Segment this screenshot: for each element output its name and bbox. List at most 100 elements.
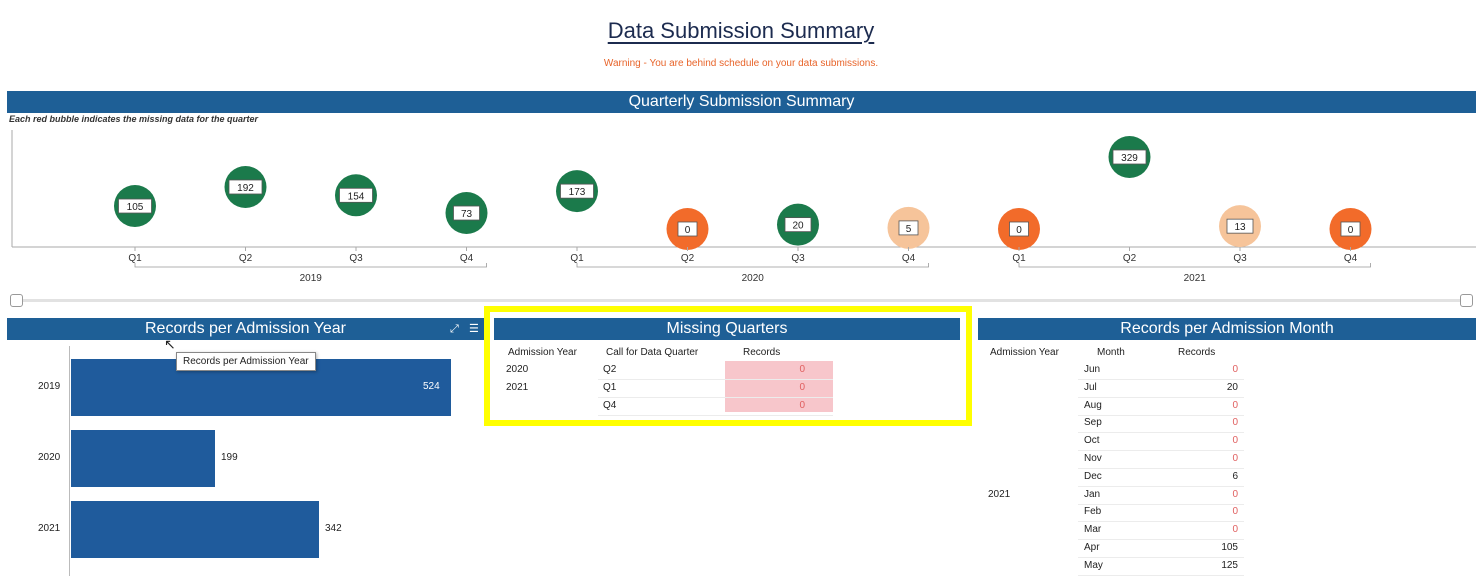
- mq-col-quarter: Call for Data Quarter: [606, 347, 699, 358]
- am-cell-records: 125: [1221, 559, 1238, 571]
- quarter-tick-label: Q1: [570, 253, 584, 264]
- quarterly-summary-header: Quarterly Submission Summary: [7, 91, 1476, 113]
- bar[interactable]: [71, 430, 215, 487]
- am-row-divider: [1078, 521, 1244, 523]
- am-row-divider: [1078, 574, 1244, 576]
- am-col-month: Month: [1097, 347, 1125, 358]
- year-bracket: [134, 263, 487, 268]
- bar-value-label: 524: [423, 381, 440, 392]
- slider-handle-right[interactable]: [1460, 294, 1473, 307]
- list-icon[interactable]: ☰: [469, 318, 479, 340]
- mq-row-divider: [598, 415, 833, 416]
- quarter-tick-label: Q3: [1233, 253, 1247, 264]
- page-title: Data Submission Summary: [607, 18, 875, 43]
- am-cell-month: Oct: [1084, 435, 1100, 447]
- am-cell-records: 0: [1232, 399, 1238, 411]
- mq-cell-quarter: Q1: [603, 382, 617, 393]
- mq-col-records: Records: [743, 347, 781, 358]
- bar-category-label: 2021: [38, 523, 61, 534]
- am-row-divider: [1078, 468, 1244, 469]
- am-col-records: Records: [1178, 347, 1216, 358]
- admission-year-title: Records per Admission Year: [145, 320, 346, 337]
- bar-category-label: 2020: [38, 452, 61, 463]
- mq-row-divider: [598, 397, 833, 398]
- bubble-value: 105: [127, 202, 144, 213]
- tooltip: Records per Admission Year: [176, 352, 316, 371]
- am-cell-month: Jun: [1084, 364, 1101, 375]
- quarter-bubble[interactable]: 73: [445, 192, 488, 235]
- expand-icon[interactable]: ⤢: [450, 318, 459, 340]
- am-cell-month: Dec: [1084, 470, 1102, 482]
- bubble-value: 329: [1121, 153, 1138, 164]
- quarter-bubble[interactable]: 154: [335, 174, 377, 217]
- quarter-bubble[interactable]: 0: [666, 208, 709, 250]
- quarter-bubble[interactable]: 105: [114, 185, 156, 228]
- bubble-value: 0: [685, 225, 691, 236]
- am-row-divider: [1078, 539, 1244, 541]
- year-tick-label: 2020: [742, 273, 765, 284]
- quarter-tick-label: Q2: [239, 253, 253, 264]
- mq-col-year: Admission Year: [508, 347, 577, 358]
- quarter-bubble[interactable]: 0: [998, 208, 1040, 250]
- am-row-divider: [1078, 503, 1244, 505]
- cursor-icon: ↖: [164, 336, 176, 352]
- quarter-tick-label: Q4: [902, 253, 916, 264]
- quarter-bubble[interactable]: 20: [777, 203, 819, 246]
- am-cell-month: Feb: [1084, 506, 1102, 518]
- mq-cell-year: 2021: [506, 382, 529, 393]
- bubble-value: 0: [1016, 225, 1022, 236]
- bubble-value: 5: [906, 224, 912, 235]
- am-cell-month: Jul: [1084, 381, 1097, 393]
- year-tick-label: 2021: [1184, 273, 1207, 284]
- bubble-value: 154: [348, 191, 365, 202]
- quarter-tick-label: Q3: [349, 253, 363, 264]
- quarterly-bubble-chart: 105 Q1 192 Q2 154 Q3 73 Q4 173 Q1 0 Q2 20 Q3 5 Q4 0 Q1 329…: [11, 130, 1476, 284]
- quarter-tick-label: Q1: [1012, 253, 1026, 264]
- am-cell-records: 0: [1232, 435, 1238, 447]
- year-tick-label: 2019: [300, 273, 323, 284]
- slider-handle-left[interactable]: [10, 294, 23, 307]
- mq-cell-quarter: Q2: [603, 364, 617, 375]
- bubble-value: 0: [1348, 225, 1354, 236]
- am-cell-records: 6: [1232, 470, 1238, 482]
- quarter-bubble[interactable]: 192: [224, 165, 267, 208]
- quarter-bubble[interactable]: 329: [1108, 136, 1151, 178]
- am-cell-month: Nov: [1084, 453, 1102, 464]
- date-range-slider[interactable]: [14, 299, 1468, 302]
- quarter-tick-label: Q1: [128, 253, 142, 264]
- mq-cell-year: 2020: [506, 364, 529, 375]
- quarter-bubble[interactable]: 5: [887, 206, 930, 249]
- mq-cell-quarter: Q4: [603, 400, 617, 411]
- bar[interactable]: [71, 501, 319, 558]
- am-cell-records: 0: [1232, 364, 1238, 375]
- quarter-bubble[interactable]: 13: [1219, 205, 1261, 248]
- bubble-value: 192: [237, 183, 254, 194]
- mq-cell-records: 0: [799, 400, 805, 411]
- bar-axis: [69, 346, 70, 576]
- quarter-bubble[interactable]: 173: [556, 170, 598, 213]
- mq-cell-records: 0: [799, 364, 805, 375]
- bar-value-label: 199: [221, 452, 238, 463]
- am-cell-month: Mar: [1084, 524, 1102, 536]
- am-col-year: Admission Year: [990, 347, 1059, 358]
- am-cell-month: Apr: [1084, 542, 1100, 553]
- am-cell-month: Jan: [1084, 488, 1101, 500]
- year-bracket: [1018, 263, 1371, 268]
- quarter-tick-label: Q2: [681, 253, 695, 264]
- mq-row-divider: [598, 379, 833, 380]
- am-cell-month: May: [1084, 559, 1103, 571]
- am-row-divider: [1078, 450, 1244, 452]
- am-cell-records: 0: [1232, 488, 1238, 500]
- quarter-bubble[interactable]: 0: [1329, 208, 1372, 250]
- am-cell-records: 20: [1226, 381, 1238, 393]
- quarter-tick-label: Q4: [460, 253, 474, 264]
- am-row-divider: [1078, 485, 1244, 487]
- am-year-label: 2021: [988, 489, 1011, 500]
- bar-value-label: 342: [325, 523, 342, 534]
- am-row-divider: [1078, 379, 1244, 380]
- bar-category-label: 2019: [38, 381, 61, 392]
- quarter-tick-label: Q3: [791, 253, 805, 264]
- mq-cell-records: 0: [799, 382, 805, 393]
- am-cell-month: Sep: [1084, 417, 1102, 429]
- bubble-value: 173: [569, 187, 586, 198]
